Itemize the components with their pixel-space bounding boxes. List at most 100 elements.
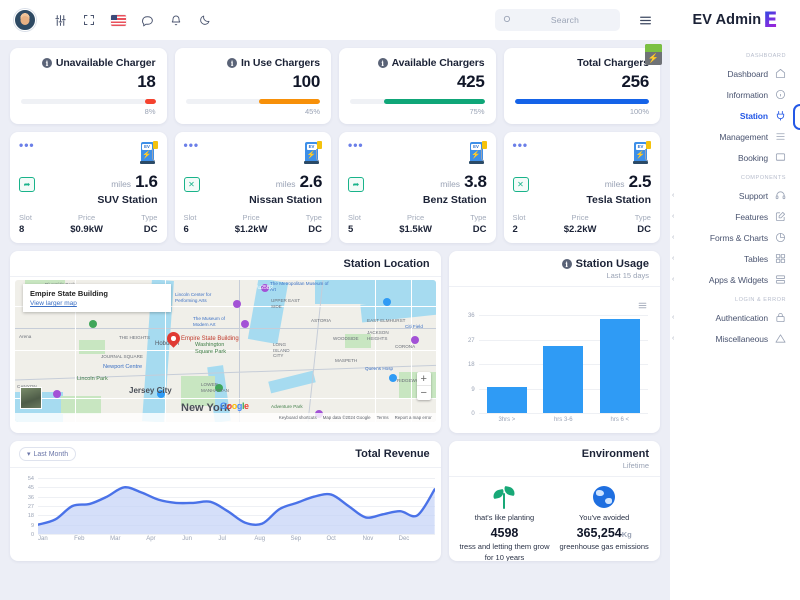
sidebar-item-label: Management: [719, 131, 768, 142]
x-tick: Mar: [110, 536, 121, 542]
chat-icon[interactable]: [134, 7, 160, 33]
station-location-map[interactable]: \u25B2 Riverside Park The Metropo: [15, 280, 436, 422]
revenue-area-series: [38, 478, 435, 534]
panel-subtitle: Last 15 days: [606, 271, 649, 280]
station-usage-header: i Station Usage Last 15 days: [448, 251, 660, 287]
station-card-menu-button[interactable]: •••: [184, 139, 200, 151]
map-streetview-thumbnail[interactable]: [20, 387, 42, 409]
stat-card-total-chargers[interactable]: Total Chargers 256 100%: [503, 44, 662, 124]
fullscreen-icon[interactable]: [76, 7, 102, 33]
map-label: JOURNAL SQUARE: [101, 354, 143, 359]
price-value: $0.9kW: [70, 224, 103, 235]
station-card-menu-button[interactable]: •••: [348, 139, 364, 151]
sidebar-item-management[interactable]: Management: [670, 126, 790, 147]
stat-card-available-chargers[interactable]: i Available Chargers 425 75%: [339, 48, 496, 124]
sidebar-item-apps-widgets[interactable]: ‹ Apps & Widgets: [670, 269, 790, 290]
map-label: JACKSON HEIGHTS: [367, 330, 389, 341]
station-price: Price $1.2kW: [235, 213, 268, 235]
map-zoom-in-button[interactable]: +: [416, 372, 431, 386]
map-poi[interactable]: \u25B2: [257, 284, 273, 292]
menu-toggle-button[interactable]: [632, 7, 658, 33]
map-poi[interactable]: [389, 374, 397, 382]
avatar[interactable]: [14, 9, 36, 31]
sidebar-item-miscellaneous[interactable]: ‹ Miscellaneous: [670, 328, 790, 349]
sidebar-item-booking[interactable]: Booking: [670, 147, 790, 168]
bar-3hrs[interactable]: [486, 387, 527, 413]
map-poi[interactable]: [411, 336, 419, 344]
map-zoom-controls[interactable]: + −: [416, 372, 431, 400]
bar-hrs-3-6[interactable]: [543, 346, 584, 413]
y-tick: 36: [467, 313, 475, 319]
station-card-menu-button[interactable]: •••: [19, 139, 35, 151]
progress-bar: [185, 99, 320, 104]
map-label: WOODSIDE: [333, 336, 359, 341]
total-revenue-header: ▾ Last Month Total Revenue: [10, 441, 441, 468]
environment-body: that's like planting 4598 tress and lett…: [449, 477, 660, 561]
sliders-icon[interactable]: [47, 7, 73, 33]
info-icon[interactable]: i: [41, 58, 52, 68]
usage-x-labels: 3hrs > hrs 3-6 hrs 6 <: [479, 417, 648, 423]
sidebar-item-authentication[interactable]: ‹ Authentication: [670, 307, 790, 328]
hamburger-icon[interactable]: [637, 297, 648, 315]
search-placeholder: Search: [550, 15, 580, 25]
station-card-tesla[interactable]: ••• ✕ miles2.5 Tesla Station: [503, 132, 660, 243]
station-status-tag[interactable]: ✕: [183, 177, 200, 192]
flag-icon[interactable]: [105, 7, 131, 33]
map-zoom-out-button[interactable]: −: [417, 386, 431, 400]
bar-hrs-6[interactable]: [599, 319, 640, 413]
sidebar-item-forms-charts[interactable]: ‹ Forms & Charts: [670, 227, 790, 248]
map-keyboard-shortcuts[interactable]: Keyboard shortcuts: [279, 415, 317, 420]
map-pin-empire-state[interactable]: [167, 332, 180, 350]
stat-card-unavailable-charger[interactable]: i Unavailable Charger 18 8%: [10, 48, 167, 124]
station-card-menu-button[interactable]: •••: [513, 139, 529, 151]
station-card-nissan[interactable]: ••• ✕ miles2.6 Nissan Station: [174, 132, 331, 243]
chevron-left-icon[interactable]: ‹: [672, 314, 674, 321]
y-tick: 18: [27, 513, 34, 520]
station-status-tag[interactable]: ➦: [19, 177, 35, 192]
bell-icon[interactable]: [163, 7, 189, 33]
x-tick: Jul: [218, 536, 226, 542]
chevron-left-icon[interactable]: ‹: [672, 234, 674, 241]
sidebar-item-information[interactable]: Information: [670, 84, 790, 105]
sidebar-item-tables[interactable]: ‹ Tables: [670, 248, 790, 269]
info-icon[interactable]: i: [226, 58, 237, 68]
brand-logo[interactable]: EV Admin E: [670, 0, 800, 40]
map-label: Jersey City: [129, 386, 172, 395]
search-input[interactable]: Search: [495, 9, 620, 31]
moon-icon[interactable]: [192, 7, 218, 33]
station-card-benz[interactable]: ••• ➦ miles3.8 Benz Station: [339, 132, 496, 243]
chevron-left-icon[interactable]: ‹: [672, 192, 674, 199]
sidebar-item-dashboard[interactable]: Dashboard: [670, 63, 790, 84]
progress-percent: 100%: [629, 107, 649, 116]
map-poi[interactable]: [383, 298, 391, 306]
progress-percent: 8%: [144, 107, 156, 116]
y-tick: 0: [471, 411, 475, 417]
dashboard-app: Search i Unavailable Charger 18 8% i In …: [0, 0, 800, 600]
map-poi[interactable]: [241, 320, 249, 328]
map-poi[interactable]: [89, 320, 97, 328]
chevron-left-icon[interactable]: ‹: [672, 335, 674, 342]
sidebar-item-features[interactable]: ‹ Features: [670, 206, 790, 227]
map-view-larger-link[interactable]: View larger map: [30, 300, 164, 307]
chevron-left-icon[interactable]: ‹: [672, 276, 674, 283]
map-report-error-link[interactable]: Report a map error: [395, 415, 432, 420]
map-poi[interactable]: [53, 390, 61, 398]
map-terms-link[interactable]: Terms: [377, 415, 389, 420]
station-status-tag[interactable]: ✕: [512, 177, 529, 192]
x-tick: hrs 3-6: [553, 417, 573, 423]
stat-card-in-use-chargers[interactable]: i In Use Chargers 100 45%: [174, 48, 331, 124]
station-card-suv[interactable]: ••• ➦ miles1.6 SUV Station: [10, 132, 167, 243]
sidebar-item-support[interactable]: ‹ Support: [670, 185, 790, 206]
info-icon[interactable]: i: [561, 259, 572, 269]
chevron-left-icon[interactable]: ‹: [672, 255, 674, 262]
map-poi[interactable]: [233, 300, 241, 308]
price-value: $1.5kW: [399, 224, 432, 235]
chevron-left-icon[interactable]: ‹: [672, 213, 674, 220]
station-status-tag[interactable]: ➦: [348, 177, 364, 192]
map-infobox[interactable]: Empire State Building View larger map: [23, 284, 171, 312]
miles-label: miles: [111, 179, 132, 189]
map-data-attribution: Map data ©2024 Google: [322, 415, 371, 420]
revenue-period-filter[interactable]: ▾ Last Month: [19, 447, 77, 461]
info-icon[interactable]: i: [377, 58, 388, 68]
sidebar-item-station[interactable]: Station: [670, 104, 800, 130]
